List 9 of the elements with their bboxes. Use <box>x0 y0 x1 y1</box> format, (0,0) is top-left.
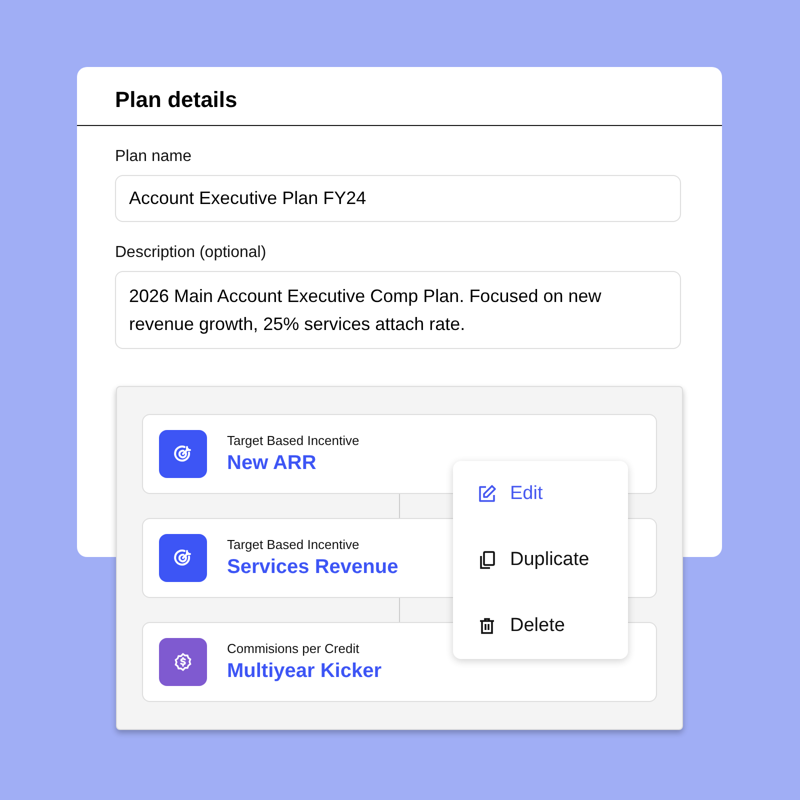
component-name: Multiyear Kicker <box>227 660 382 683</box>
component-type: Commisions per Credit <box>227 641 360 656</box>
component-type: Target Based Incentive <box>227 537 360 552</box>
component-name: Services Revenue <box>227 556 398 579</box>
component-type: Target Based Incentive <box>227 433 360 448</box>
card-title: Plan details <box>77 67 722 126</box>
component-name: New ARR <box>227 452 318 475</box>
field-label: Description (optional) <box>115 244 268 262</box>
field-label: Plan name <box>115 148 192 166</box>
